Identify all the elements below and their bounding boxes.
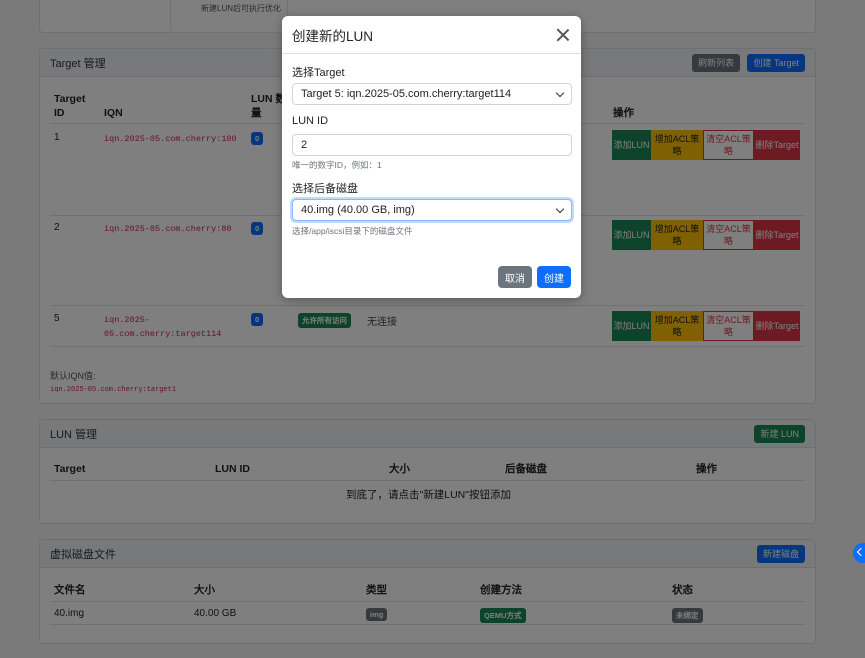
chevron-left-icon: [856, 547, 865, 557]
disk-select-help: 选择/app/iscsi目录下的磁盘文件: [292, 226, 413, 236]
lun-id-label: LUN ID: [292, 115, 329, 127]
modal-title: 创建新的LUN: [292, 28, 374, 44]
target-select-value: Target 5: iqn.2025-05.com.cherry:target1…: [301, 88, 512, 100]
disk-select[interactable]: 40.img (40.00 GB, img): [292, 199, 572, 221]
cancel-button[interactable]: 取消: [498, 266, 532, 288]
chevron-down-icon: [555, 204, 565, 213]
disk-select-label: 选择后备磁盘: [292, 183, 358, 195]
create-button[interactable]: 创建: [537, 266, 571, 288]
chevron-down-icon: [555, 88, 565, 97]
lun-id-value: 2: [301, 139, 308, 151]
lun-id-help: 唯一的数字ID，例如：1: [292, 160, 382, 170]
target-select-label: 选择Target: [292, 67, 345, 79]
modal-header: 创建新的LUN: [282, 16, 581, 54]
close-icon[interactable]: [555, 27, 571, 43]
target-select[interactable]: Target 5: iqn.2025-05.com.cherry:target1…: [292, 83, 572, 105]
create-lun-modal: 创建新的LUN 选择Target Target 5: iqn.2025-05.c…: [282, 16, 581, 298]
lun-id-input[interactable]: 2: [292, 134, 572, 156]
disk-select-value: 40.img (40.00 GB, img): [301, 204, 415, 216]
